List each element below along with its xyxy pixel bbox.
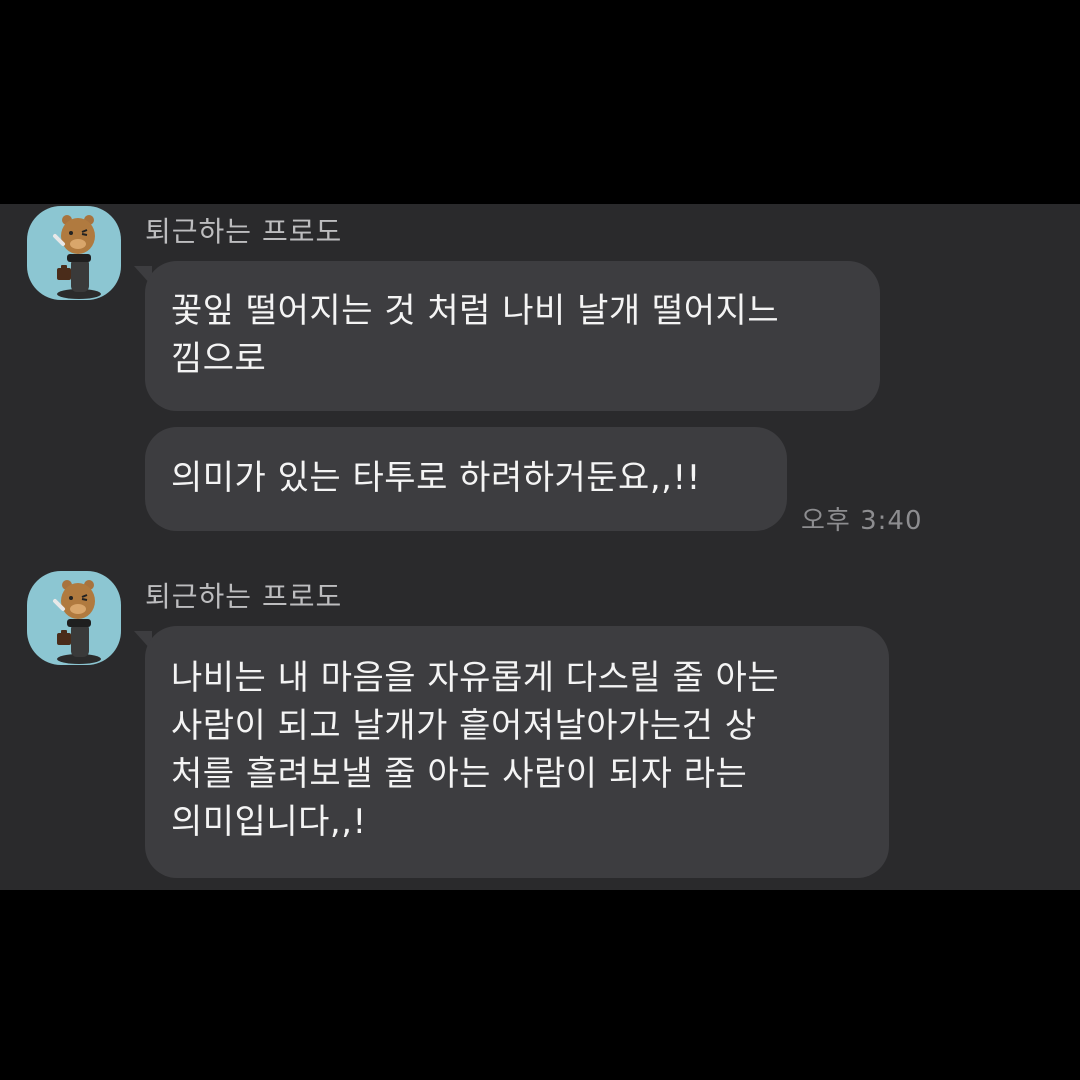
message-line: 사람이 되고 날개가 흩어져날아가는건 상 — [171, 706, 757, 746]
frodo-character-icon — [53, 215, 101, 299]
sender-name: 퇴근하는 프로도 — [145, 215, 343, 248]
message-line: 의미가 있는 타투로 하려하거둔요,,!! — [171, 458, 701, 498]
message-bubble[interactable]: 꽃잎 떨어지는 것 처럼 나비 날개 떨어지느 낌으로 — [145, 261, 880, 411]
message-line: 처를 흘려보낼 줄 아는 사람이 되자 라는 — [171, 754, 748, 794]
screenshot-frame: 퇴근하는 프로도 꽃잎 떨어지는 것 처럼 나비 날개 떨어지느 낌으로 의미가… — [0, 0, 1080, 1080]
message-line: 낌으로 — [171, 339, 267, 379]
sender-name: 퇴근하는 프로도 — [145, 580, 343, 613]
message-line: 의미입니다,,! — [171, 802, 367, 842]
message-line: 꽃잎 떨어지는 것 처럼 나비 날개 떨어지느 — [171, 291, 780, 331]
message-line: 나비는 내 마음을 자유롭게 다스릴 줄 아는 — [171, 658, 780, 698]
frodo-character-icon — [53, 580, 101, 664]
message-bubble[interactable]: 의미가 있는 타투로 하려하거둔요,,!! — [145, 427, 787, 531]
sender-avatar[interactable] — [27, 571, 121, 665]
message-bubble[interactable]: 나비는 내 마음을 자유롭게 다스릴 줄 아는 사람이 되고 날개가 흩어져날아… — [145, 626, 889, 878]
sender-avatar[interactable] — [27, 206, 121, 300]
chat-message-list[interactable]: 퇴근하는 프로도 꽃잎 떨어지는 것 처럼 나비 날개 떨어지느 낌으로 의미가… — [0, 204, 1080, 890]
message-timestamp: 오후 3:40 — [801, 506, 923, 536]
